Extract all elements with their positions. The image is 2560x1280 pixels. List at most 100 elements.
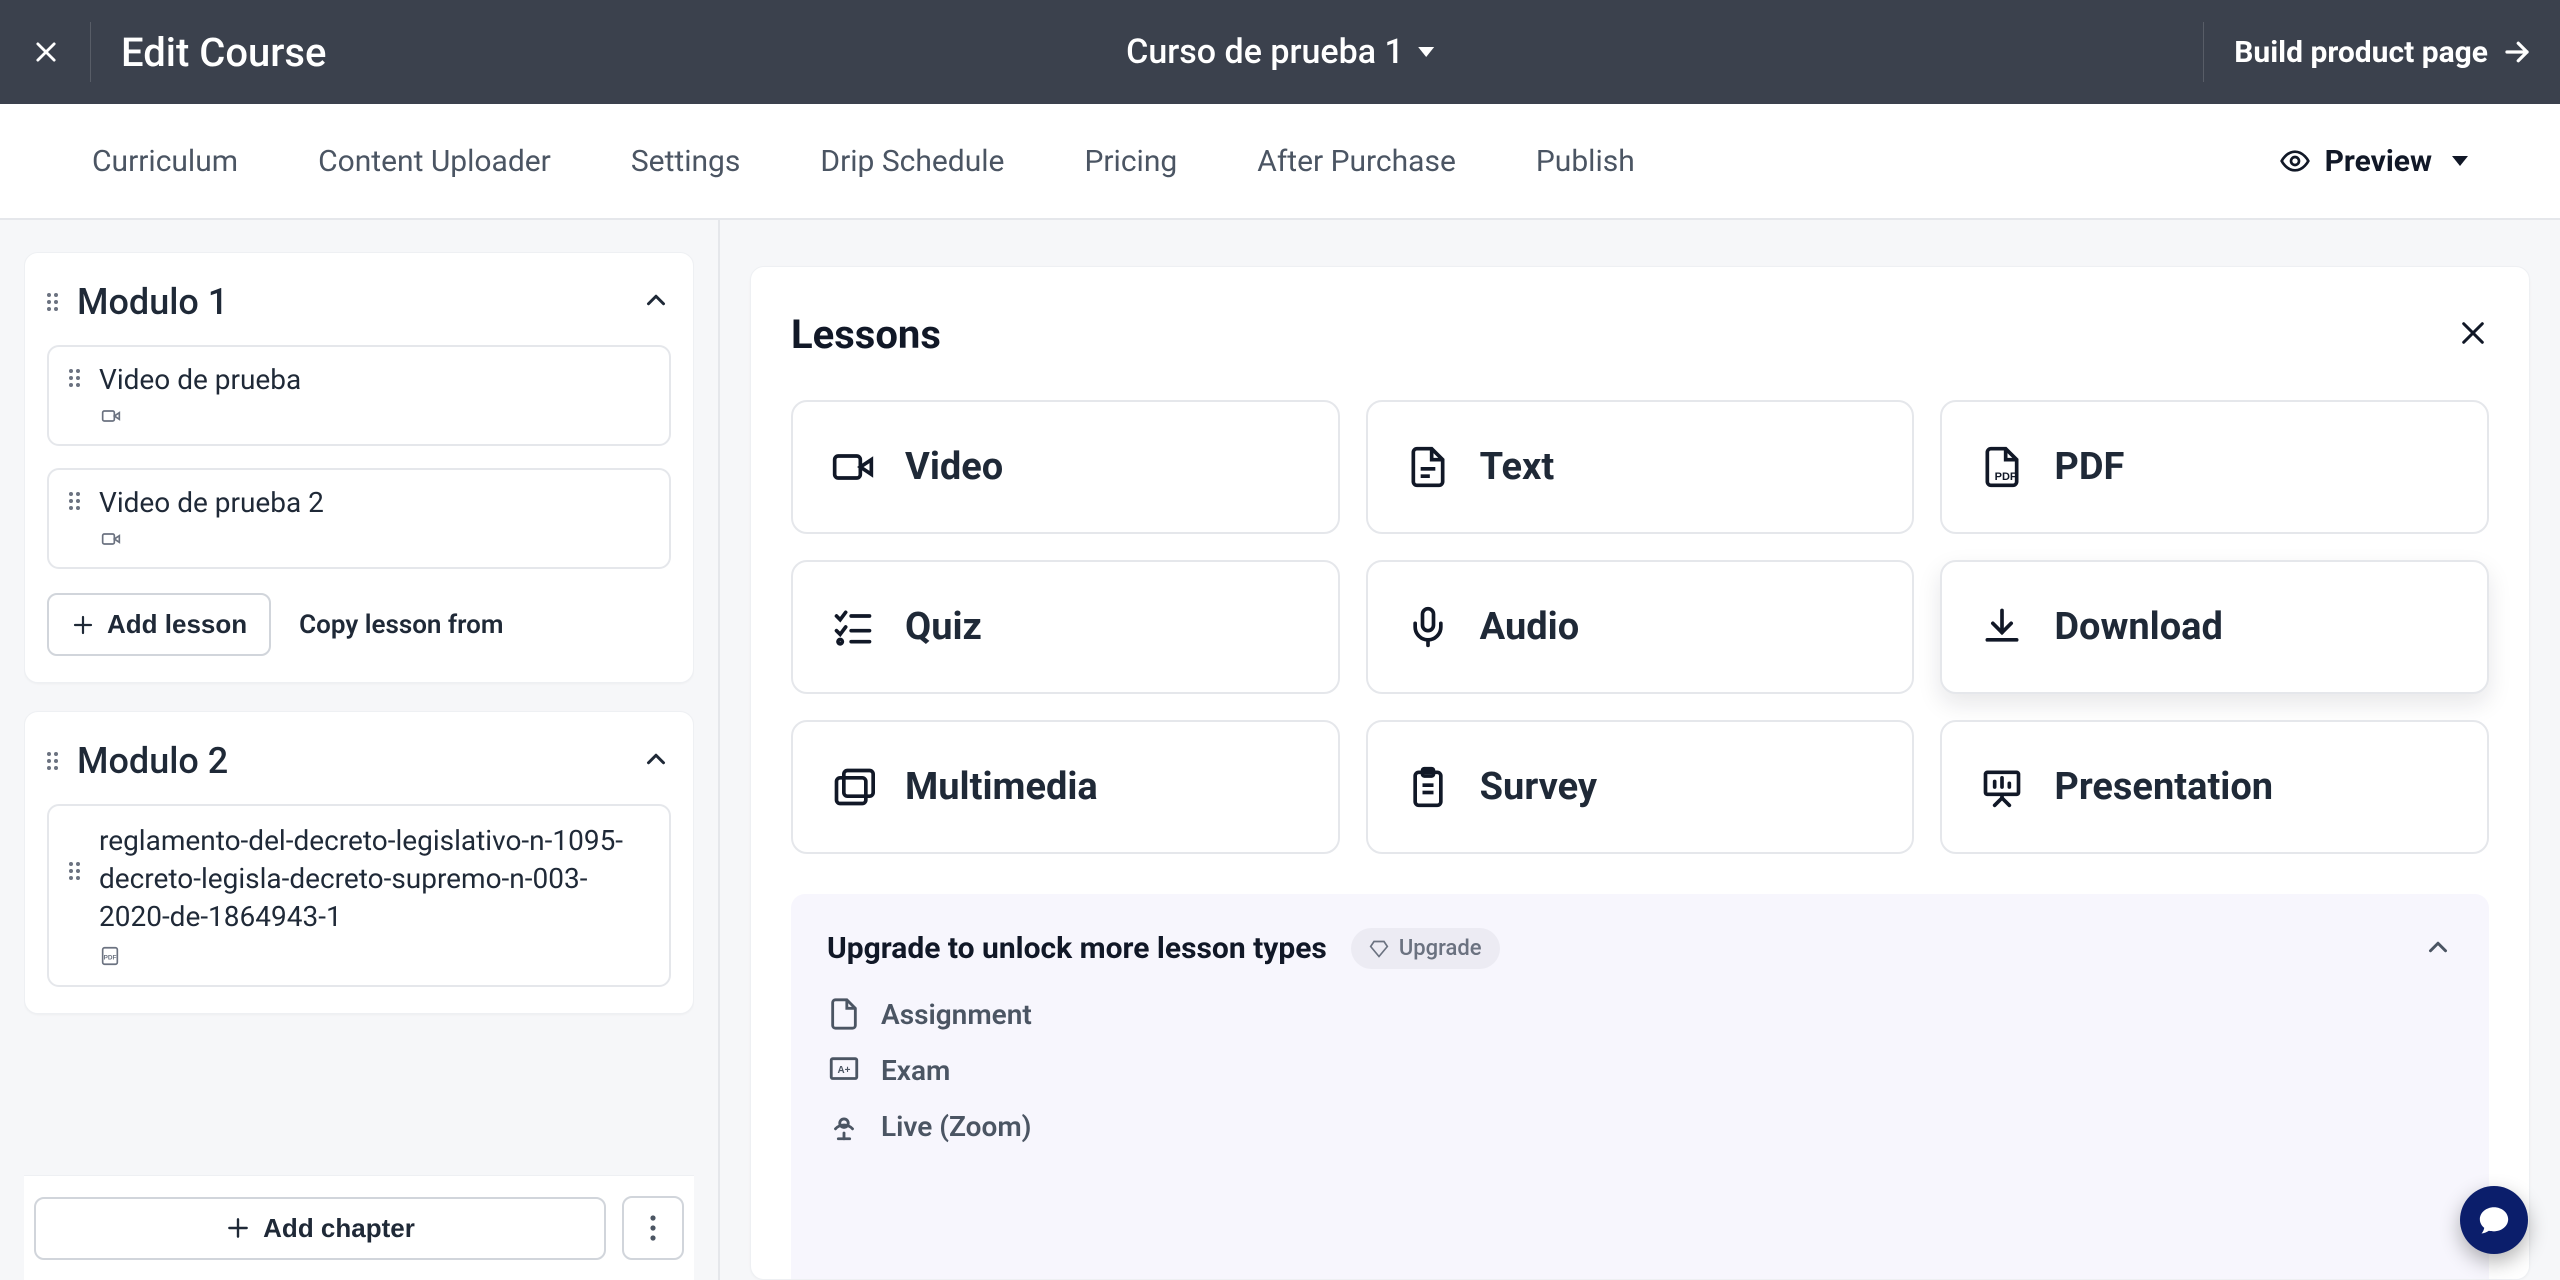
collapse-chapter-button[interactable] (641, 285, 671, 319)
svg-text:PDF: PDF (1995, 471, 2017, 483)
upgrade-pill[interactable]: Upgrade (1351, 928, 1500, 969)
tab-curriculum[interactable]: Curriculum (92, 144, 238, 179)
pdf-icon: PDF (99, 945, 649, 971)
locked-lesson-label: Exam (881, 1054, 950, 1087)
lesson-type-label: Survey (1480, 765, 1597, 809)
lesson-type-quiz[interactable]: Quiz (791, 560, 1340, 694)
lesson-type-video[interactable]: Video (791, 400, 1340, 534)
divider (2203, 22, 2204, 82)
close-button[interactable] (28, 34, 64, 70)
course-selector[interactable]: Curso de prueba 1 (1126, 32, 1434, 72)
lesson-row[interactable]: Video de prueba (47, 345, 671, 446)
panel-header: Lessons (791, 311, 2489, 358)
drag-handle-icon[interactable] (69, 369, 85, 387)
drag-handle-icon[interactable] (69, 492, 85, 510)
download-icon (1978, 603, 2026, 651)
lesson-type-label: Multimedia (905, 765, 1098, 809)
add-lesson-button[interactable]: Add lesson (47, 593, 271, 656)
locked-lesson-label: Live (Zoom) (881, 1110, 1032, 1143)
lesson-type-label: Quiz (905, 605, 982, 649)
tab-after-purchase[interactable]: After Purchase (1257, 144, 1456, 179)
exam-icon: A+ (827, 1053, 861, 1087)
divider (90, 22, 91, 82)
upgrade-section: Upgrade to unlock more lesson types Upgr… (791, 894, 2489, 1279)
lesson-type-label: Video (905, 445, 1003, 489)
drag-handle-icon[interactable] (47, 293, 63, 311)
tab-drip-schedule[interactable]: Drip Schedule (820, 144, 1004, 179)
lesson-type-download[interactable]: Download (1940, 560, 2489, 694)
lesson-title: reglamento-del-decreto-legislativo-n-109… (99, 822, 649, 935)
more-options-button[interactable] (622, 1196, 684, 1260)
audio-icon (1404, 603, 1452, 651)
copy-lesson-from-button[interactable]: Copy lesson from (299, 610, 503, 640)
upgrade-header: Upgrade to unlock more lesson types Upgr… (827, 928, 2453, 969)
lesson-title: Video de prueba (99, 363, 649, 396)
multimedia-icon (829, 763, 877, 811)
drag-handle-icon[interactable] (69, 862, 85, 880)
lesson-type-text[interactable]: Text (1366, 400, 1915, 534)
add-chapter-button[interactable]: Add chapter (34, 1197, 606, 1260)
sidebar-scroll[interactable]: Modulo 1 Video de prueba (24, 252, 694, 1175)
tab-pricing[interactable]: Pricing (1084, 144, 1177, 179)
lesson-type-presentation[interactable]: Presentation (1940, 720, 2489, 854)
collapse-upgrade-button[interactable] (2423, 932, 2453, 966)
tab-content-uploader[interactable]: Content Uploader (318, 144, 551, 179)
sidebar-footer: Add chapter (24, 1175, 694, 1280)
lesson-type-survey[interactable]: Survey (1366, 720, 1915, 854)
lesson-type-label: Text (1480, 445, 1555, 489)
arrow-right-icon (2502, 37, 2532, 67)
content-area: Modulo 1 Video de prueba (0, 220, 2560, 1280)
chat-widget-button[interactable] (2460, 1186, 2528, 1254)
locked-lesson-list: Assignment A+ Exam Live (Zoom) (827, 997, 2453, 1143)
build-product-page-button[interactable]: Build product page (2234, 35, 2532, 70)
lesson-type-label: PDF (2054, 445, 2124, 489)
page-title: Edit Course (121, 29, 326, 76)
svg-text:PDF: PDF (104, 955, 117, 962)
curriculum-sidebar: Modulo 1 Video de prueba (0, 220, 720, 1280)
add-chapter-label: Add chapter (263, 1213, 415, 1244)
survey-icon (1404, 763, 1452, 811)
lesson-type-pdf[interactable]: PDF PDF (1940, 400, 2489, 534)
chapter-card: Modulo 1 Video de prueba (24, 252, 694, 683)
text-icon (1404, 443, 1452, 491)
preview-label: Preview (2325, 144, 2432, 179)
tab-publish[interactable]: Publish (1536, 144, 1635, 179)
upgrade-title: Upgrade to unlock more lesson types (827, 931, 1327, 966)
chapter-actions: Add lesson Copy lesson from (47, 593, 671, 656)
tab-settings[interactable]: Settings (631, 144, 741, 179)
close-panel-button[interactable] (2457, 317, 2489, 353)
panel-title: Lessons (791, 311, 941, 358)
chapter-header[interactable]: Modulo 1 (47, 281, 671, 323)
chapter-title: Modulo 1 (77, 281, 228, 323)
course-name: Curso de prueba 1 (1126, 32, 1404, 72)
video-icon (99, 529, 649, 553)
lesson-title: Video de prueba 2 (99, 486, 649, 519)
build-label: Build product page (2234, 35, 2488, 70)
locked-lesson-exam[interactable]: A+ Exam (827, 1053, 2453, 1087)
locked-lesson-label: Assignment (881, 998, 1032, 1031)
eye-icon (2279, 145, 2311, 177)
locked-lesson-assignment[interactable]: Assignment (827, 997, 2453, 1031)
pdf-icon: PDF (1978, 443, 2026, 491)
lesson-row[interactable]: Video de prueba 2 (47, 468, 671, 569)
chapter-card: Modulo 2 reglamento-del-decreto-legislat… (24, 711, 694, 1014)
assignment-icon (827, 997, 861, 1031)
preview-button[interactable]: Preview (2279, 144, 2468, 179)
lesson-row[interactable]: reglamento-del-decreto-legislativo-n-109… (47, 804, 671, 987)
locked-lesson-live[interactable]: Live (Zoom) (827, 1109, 2453, 1143)
collapse-chapter-button[interactable] (641, 744, 671, 778)
lesson-type-multimedia[interactable]: Multimedia (791, 720, 1340, 854)
main-panel-wrapper: Lessons Video Text PDF PDF (720, 220, 2560, 1280)
add-lesson-label: Add lesson (107, 609, 247, 640)
topbar: Edit Course Curso de prueba 1 Build prod… (0, 0, 2560, 104)
chapter-header[interactable]: Modulo 2 (47, 740, 671, 782)
lesson-type-audio[interactable]: Audio (1366, 560, 1915, 694)
more-vertical-icon (649, 1213, 657, 1243)
lesson-type-grid: Video Text PDF PDF Quiz Audio (791, 400, 2489, 854)
drag-handle-icon[interactable] (47, 752, 63, 770)
svg-text:A+: A+ (838, 1065, 851, 1076)
tab-row: Curriculum Content Uploader Settings Dri… (0, 104, 2560, 220)
caret-down-icon (2452, 156, 2468, 166)
live-icon (827, 1109, 861, 1143)
chapter-title: Modulo 2 (77, 740, 228, 782)
